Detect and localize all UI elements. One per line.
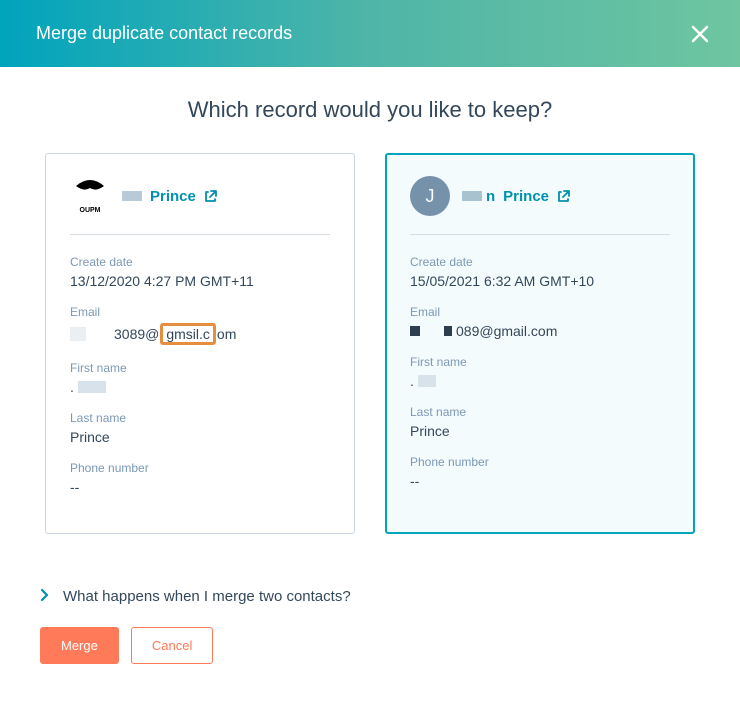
field-label-first-name: First name [410, 355, 670, 369]
avatar: J [410, 176, 450, 216]
field-value-email: 089@gmail.com [410, 323, 670, 339]
field-value-phone: -- [410, 473, 670, 489]
card-header: OUPM Prince [70, 176, 330, 234]
record-card-right[interactable]: J n Prince Create date 15/05/2021 6:32 A… [385, 153, 695, 534]
redacted-text [444, 326, 452, 336]
card-header: J n Prince [410, 176, 670, 234]
redacted-text [418, 375, 436, 387]
dialog-actions: Merge Cancel [40, 627, 700, 664]
dialog-header: Merge duplicate contact records [0, 0, 740, 67]
field-label-last-name: Last name [410, 405, 670, 419]
field-value-first-name: . [410, 373, 436, 389]
help-expander[interactable]: What happens when I merge two contacts? [40, 588, 700, 605]
divider [70, 234, 330, 235]
field-label-phone: Phone number [410, 455, 670, 469]
external-link-icon[interactable] [557, 189, 571, 203]
field-label-create-date: Create date [410, 255, 670, 269]
contact-name: Prince [150, 188, 196, 205]
field-value-phone: -- [70, 479, 330, 495]
record-card-left[interactable]: OUPM Prince Create date 13/12/2020 4:27 … [45, 153, 355, 534]
redacted-text [462, 191, 482, 201]
record-cards: OUPM Prince Create date 13/12/2020 4:27 … [40, 153, 700, 534]
redacted-text [70, 327, 86, 341]
field-value-last-name: Prince [410, 423, 670, 439]
redacted-text [122, 191, 142, 201]
divider [410, 234, 670, 235]
contact-name-row: n Prince [462, 188, 670, 205]
external-link-icon[interactable] [204, 189, 218, 203]
field-label-last-name: Last name [70, 411, 330, 425]
svg-text:OUPM: OUPM [80, 207, 101, 214]
redacted-text [410, 326, 420, 336]
field-label-email: Email [70, 305, 330, 319]
field-value-create-date: 15/05/2021 6:32 AM GMT+10 [410, 273, 670, 289]
field-value-email: 3089@gmsil.com [70, 323, 330, 345]
field-label-phone: Phone number [70, 461, 330, 475]
field-value-create-date: 13/12/2020 4:27 PM GMT+11 [70, 273, 330, 289]
dialog-body: Which record would you like to keep? OUP… [0, 67, 740, 664]
merge-button[interactable]: Merge [40, 627, 119, 664]
expander-label: What happens when I merge two contacts? [63, 588, 351, 605]
chevron-right-icon [40, 588, 49, 605]
contact-name: Prince [503, 188, 549, 205]
field-label-create-date: Create date [70, 255, 330, 269]
field-label-email: Email [410, 305, 670, 319]
merge-question: Which record would you like to keep? [40, 97, 700, 123]
redacted-text [78, 381, 106, 393]
avatar: OUPM [70, 176, 110, 216]
email-highlight: gmsil.c [160, 323, 216, 345]
dialog-title: Merge duplicate contact records [36, 23, 292, 44]
close-icon[interactable] [688, 22, 712, 46]
contact-name-row: Prince [122, 188, 330, 205]
cancel-button[interactable]: Cancel [131, 627, 213, 664]
field-label-first-name: First name [70, 361, 330, 375]
field-value-last-name: Prince [70, 429, 330, 445]
field-value-first-name: . [70, 379, 106, 395]
